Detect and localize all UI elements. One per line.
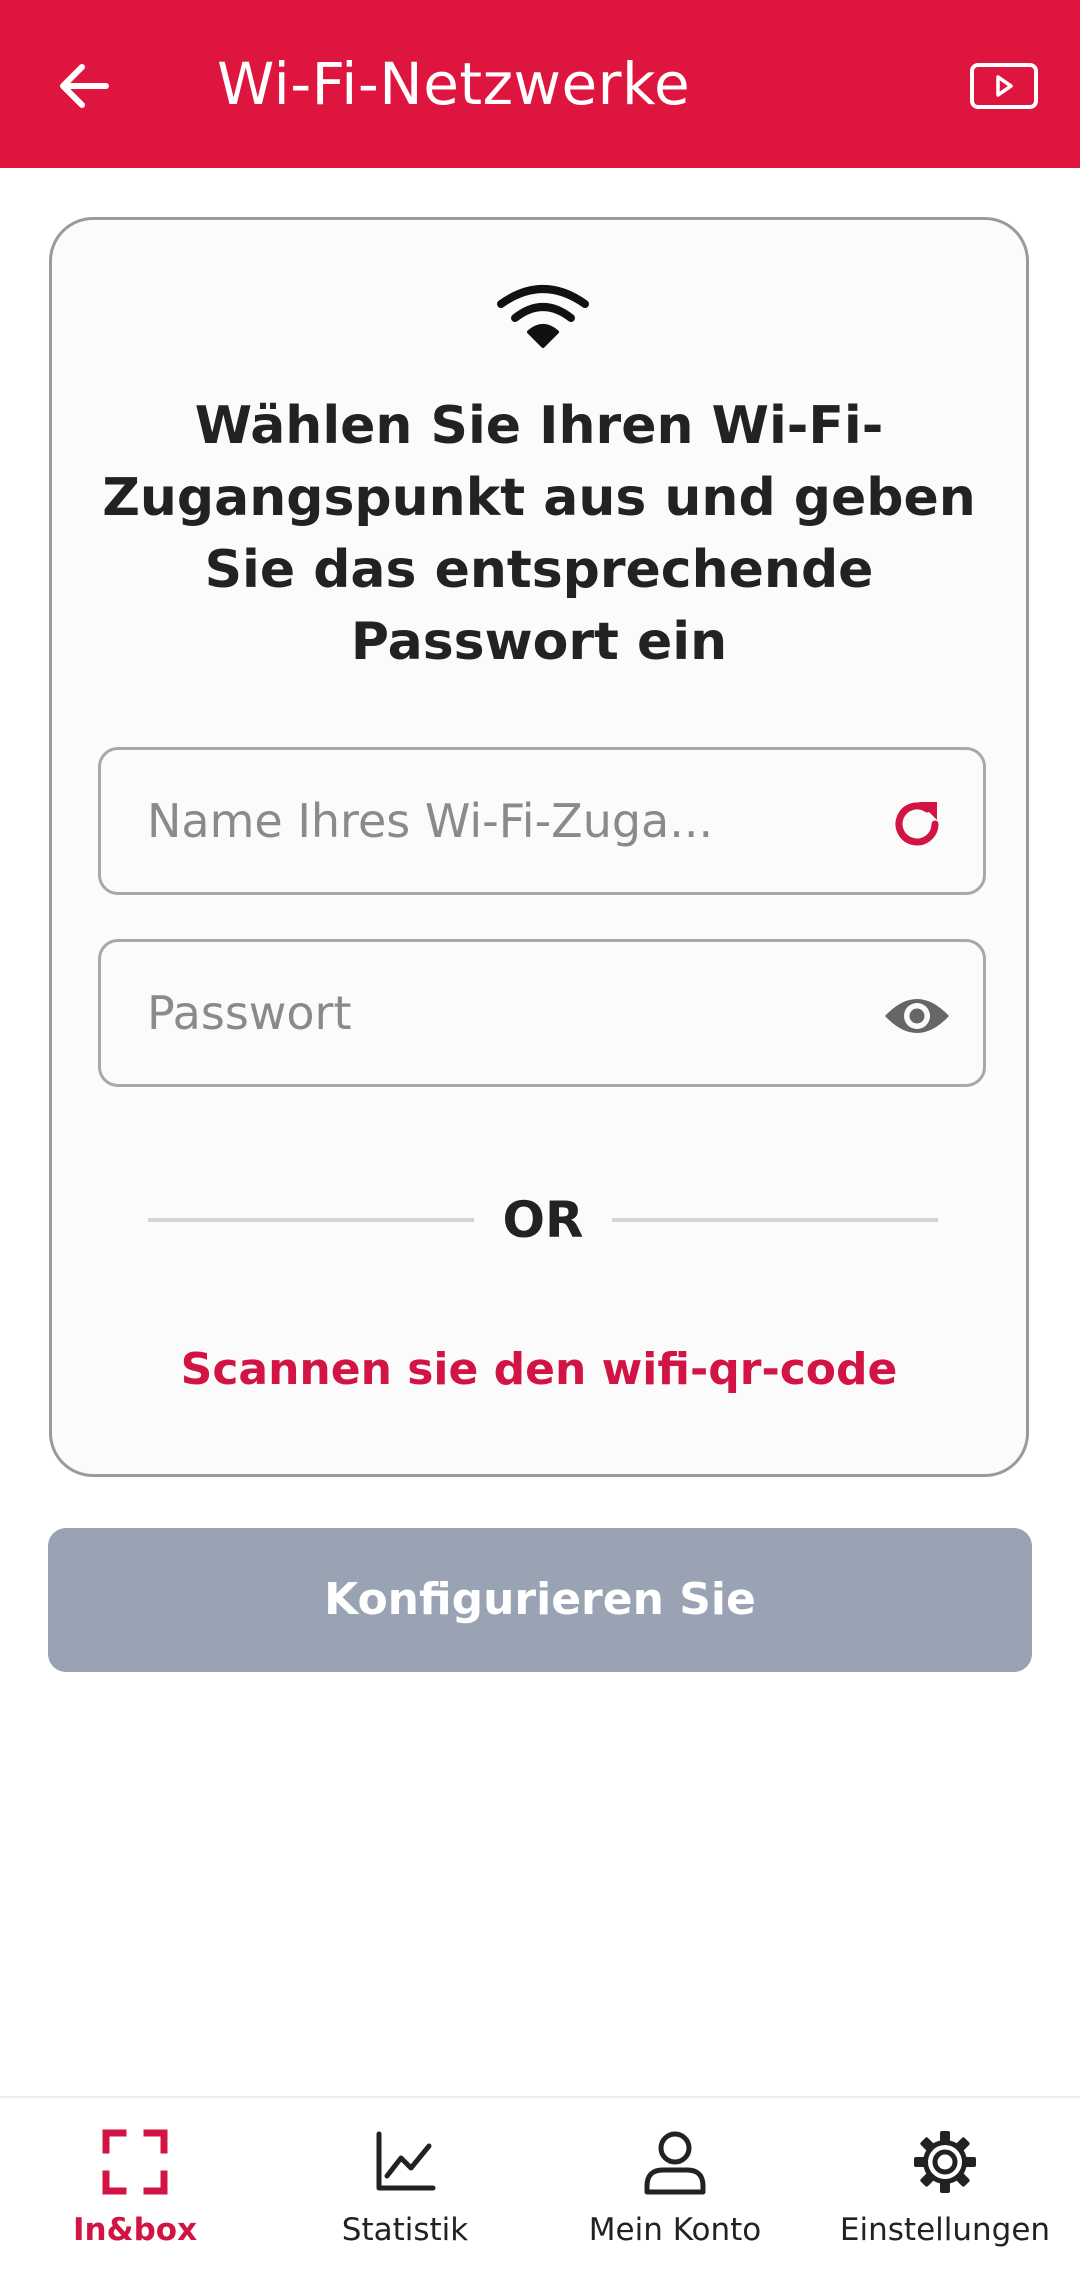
back-button[interactable]	[48, 50, 120, 122]
arrow-left-icon	[60, 64, 109, 108]
eye-icon[interactable]	[883, 986, 951, 1046]
nav-label-inbox: In&box	[72, 2212, 198, 2248]
wifi-setup-card: Wählen Sie Ihren Wi-Fi-Zugangspunkt aus …	[49, 217, 1029, 1477]
divider-line-left	[148, 1218, 474, 1222]
configure-button[interactable]: Konfigurieren Sie	[48, 1528, 1032, 1672]
scan-frame-icon	[102, 2129, 168, 2195]
nav-label-mein-konto: Mein Konto	[588, 2212, 762, 2248]
nav-label-statistik: Statistik	[341, 2212, 469, 2248]
refresh-icon[interactable]	[887, 794, 947, 854]
nav-item-einstellungen[interactable]: Einstellungen	[810, 2098, 1080, 2269]
wifi-icon	[497, 285, 589, 348]
instruction-heading: Wählen Sie Ihren Wi-Fi-Zugangspunkt aus …	[102, 396, 976, 672]
or-divider: OR	[148, 1180, 938, 1260]
video-tutorial-button[interactable]	[964, 50, 1044, 122]
or-label: OR	[478, 1180, 608, 1260]
password-field[interactable]	[98, 939, 986, 1087]
user-icon	[644, 2131, 706, 2195]
nav-item-mein-konto[interactable]: Mein Konto	[540, 2098, 810, 2269]
gear-icon	[914, 2131, 976, 2193]
divider-line-right	[612, 1218, 938, 1222]
page-title: Wi-Fi-Netzwerke	[217, 50, 691, 118]
ssid-field[interactable]	[98, 747, 986, 895]
play-video-icon	[970, 63, 1038, 109]
password-input[interactable]	[147, 982, 837, 1044]
ssid-input[interactable]	[147, 790, 837, 852]
nav-item-statistik[interactable]: Statistik	[270, 2098, 540, 2269]
app-bar: Wi-Fi-Netzwerke	[0, 0, 1080, 168]
nav-label-einstellungen: Einstellungen	[839, 2212, 1051, 2248]
bottom-navigation: In&box Statistik Mein Konto Einstellunge…	[0, 2096, 1080, 2269]
nav-item-inbox[interactable]: In&box	[0, 2098, 270, 2269]
chart-line-icon	[376, 2131, 436, 2191]
scan-qr-code-link[interactable]: Scannen sie den wifi-qr-code	[52, 1338, 1026, 1402]
